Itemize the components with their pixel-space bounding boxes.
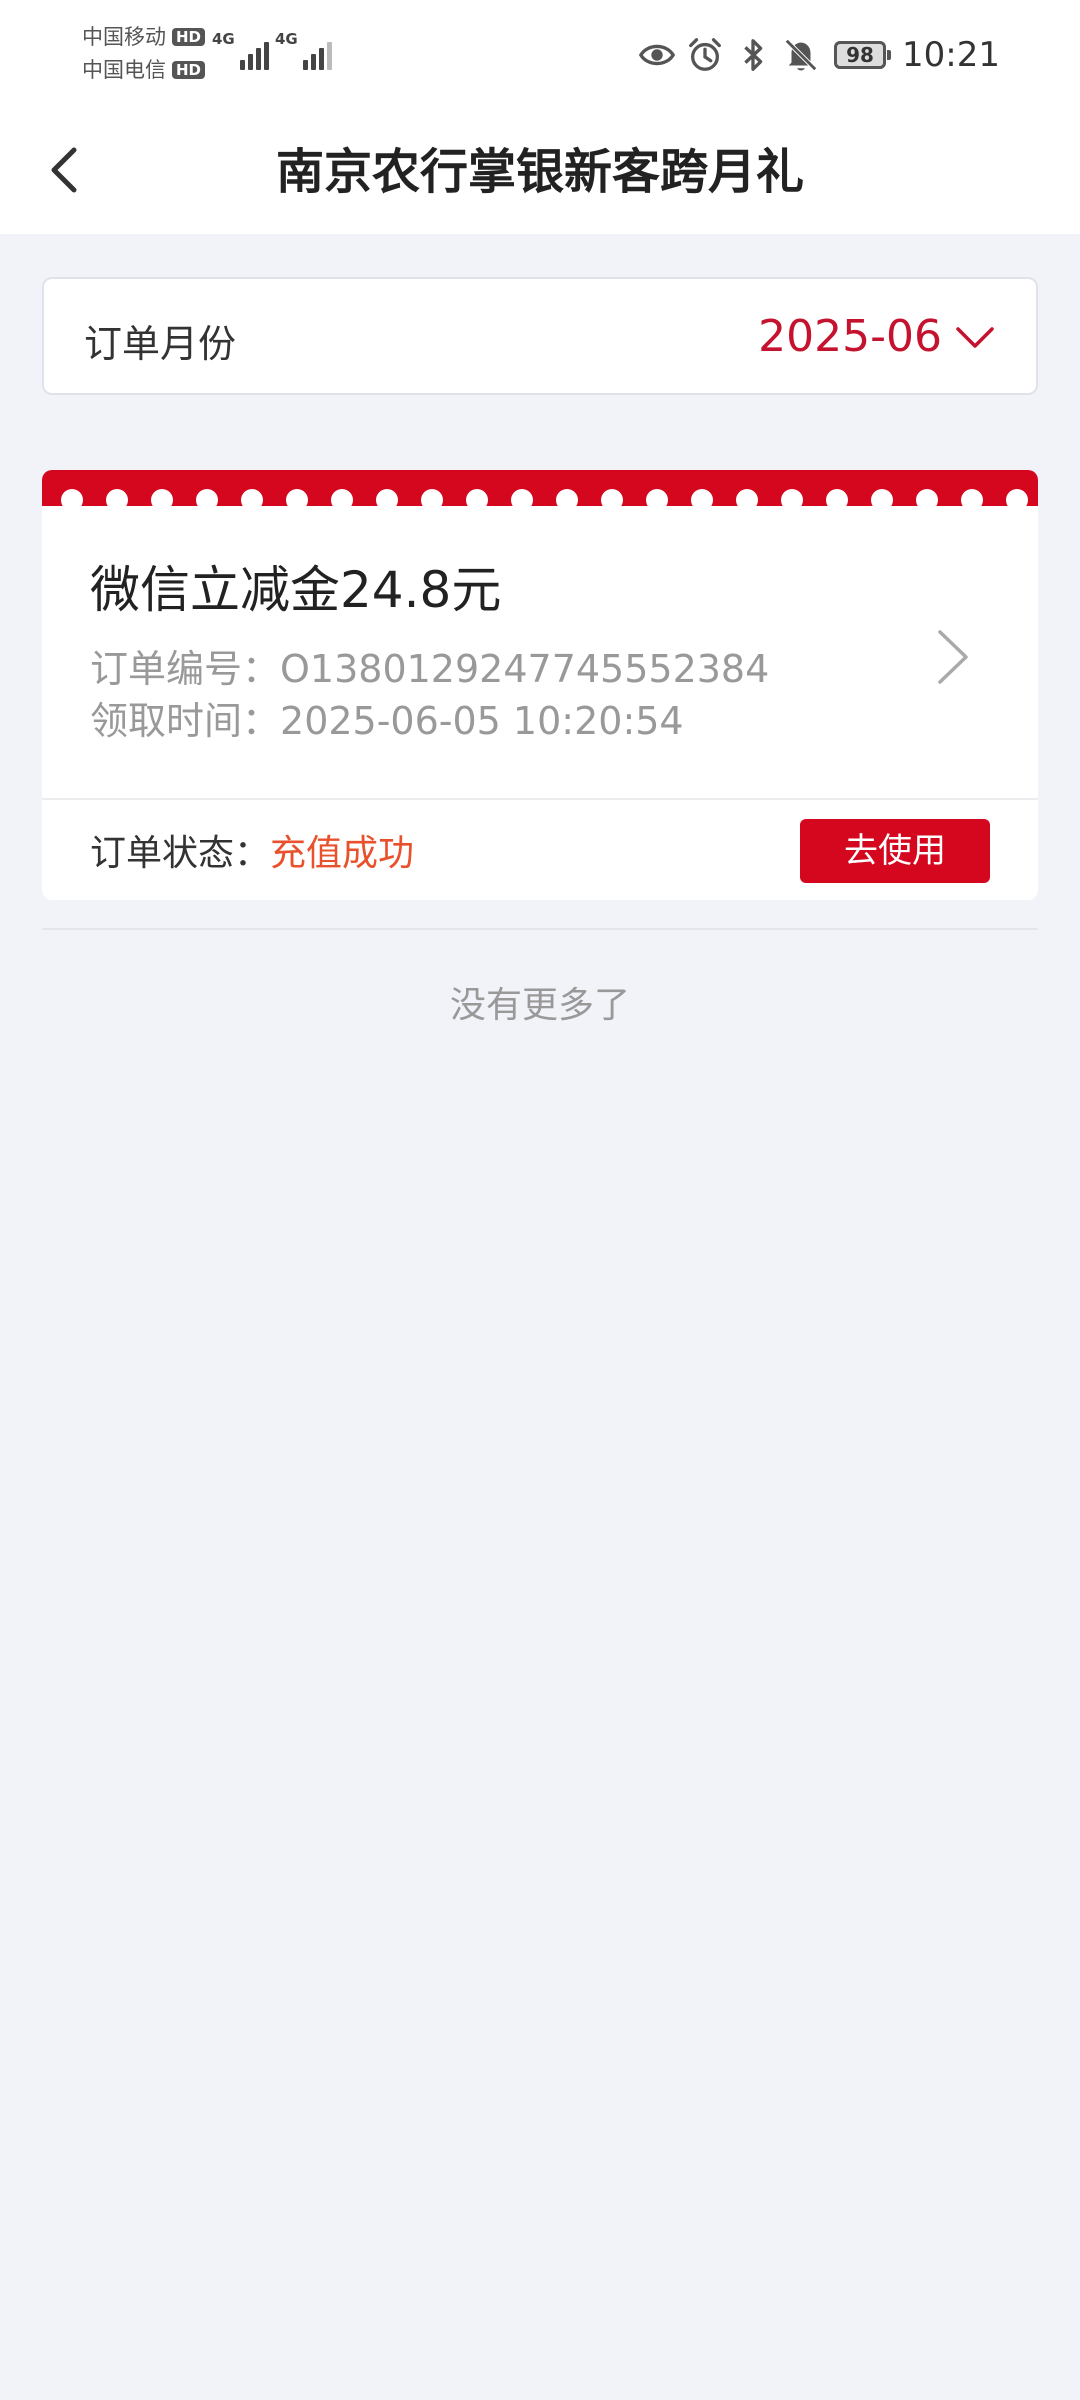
order-number-label: 订单编号： (90, 647, 281, 691)
list-end-text: 没有更多了 (449, 985, 630, 1026)
eye-icon (638, 44, 676, 66)
signal-strength-2-icon: 4G (275, 30, 332, 70)
order-month-label: 订单月份 (84, 322, 237, 366)
bluetooth-icon (744, 39, 763, 71)
use-button[interactable]: 去使用 (800, 819, 990, 883)
order-number-value: O1380129247745552384 (280, 647, 770, 691)
claim-time: 领取时间：2025-06-05 10:20:54 (90, 690, 684, 745)
hd-badge: HD (172, 28, 206, 46)
network-type-2: 4G (275, 30, 298, 48)
carrier-2-name: 中国电信 (82, 58, 166, 82)
card-divider (42, 798, 1038, 800)
hd-badge: HD (172, 61, 206, 79)
order-month-value[interactable]: 2025-06 (758, 311, 942, 362)
nav-bar: 南京农行掌银新客跨月礼 (0, 110, 1080, 234)
carrier-1-name: 中国移动 (82, 25, 166, 49)
order-month-selector[interactable]: 订单月份 2025-06 (42, 277, 1038, 395)
status-bar: 中国移动 HD 中国电信 HD 4G 4G 98 10:21 (0, 0, 1080, 110)
order-status-label: 订单状态： (90, 833, 271, 874)
order-title: 微信立减金24.8元 (90, 561, 502, 619)
page-title: 南京农行掌银新客跨月礼 (275, 144, 804, 200)
claim-time-value: 2025-06-05 10:20:54 (280, 699, 684, 743)
carrier-2: 中国电信 HD (82, 55, 206, 85)
order-status: 订单状态：充值成功 (90, 824, 414, 876)
clock: 10:21 (902, 35, 1000, 75)
network-type-1: 4G (212, 30, 235, 48)
mute-bell-icon (785, 39, 817, 71)
status-icons: 98 10:21 (628, 28, 1000, 82)
alarm-icon (689, 38, 721, 71)
order-card[interactable]: 微信立减金24.8元 订单编号：O1380129247745552384 领取时… (42, 470, 1038, 900)
chevron-down-icon[interactable] (954, 317, 996, 359)
chevron-right-icon[interactable] (928, 622, 978, 692)
battery-icon: 98 (834, 41, 892, 69)
claim-time-label: 领取时间： (90, 699, 281, 743)
list-divider (42, 928, 1038, 930)
carrier-1: 中国移动 HD (82, 22, 206, 52)
order-number: 订单编号：O1380129247745552384 (90, 638, 769, 693)
order-status-value: 充值成功 (270, 833, 415, 874)
signal-strength-1-icon: 4G (212, 30, 269, 70)
card-scallop-decoration (61, 489, 1028, 506)
